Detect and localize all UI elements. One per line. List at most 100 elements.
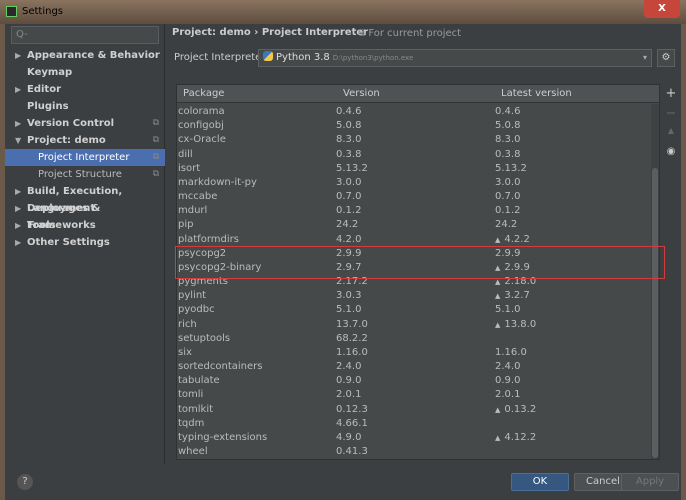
table-row[interactable]: cx-Oracle 8.3.0 8.3.0 xyxy=(177,133,653,147)
table-row[interactable]: wheel 0.41.3 xyxy=(177,445,653,459)
package-name: markdown-it-py xyxy=(178,176,257,188)
latest-version: ▲ 0.13.2 xyxy=(495,403,536,417)
sidebar-item-languages-frameworks[interactable]: ▶ Languages & Frameworks xyxy=(5,200,165,231)
latest-version: ▲ 4.12.2 xyxy=(495,431,536,445)
table-row[interactable]: sortedcontainers 2.4.0 2.4.0 xyxy=(177,360,653,374)
table-row[interactable]: isort 5.13.2 5.13.2 xyxy=(177,162,653,176)
scrollbar[interactable] xyxy=(651,104,659,459)
expand-arrow-icon: ▶ xyxy=(15,85,22,94)
sidebar-item-appearance-behavior[interactable]: ▶ Appearance & Behavior xyxy=(5,47,165,64)
apply-button[interactable]: Apply xyxy=(621,473,679,491)
table-row[interactable]: tomlkit 0.12.3 ▲ 0.13.2 xyxy=(177,403,653,417)
sidebar-item-editor[interactable]: ▶ Editor xyxy=(5,81,165,98)
add-icon[interactable]: + xyxy=(664,86,678,106)
table-row[interactable]: tabulate 0.9.0 0.9.0 xyxy=(177,374,653,388)
latest-version-text: 5.13.2 xyxy=(495,162,527,174)
package-version: 4.66.1 xyxy=(336,417,368,429)
latest-version-text: 0.4.6 xyxy=(495,106,521,117)
upgrade-available-icon: ▲ xyxy=(495,320,501,329)
expand-arrow-icon: ▼ xyxy=(15,136,22,145)
latest-version: 5.1.0 xyxy=(495,303,520,317)
remove-icon[interactable]: − xyxy=(664,106,678,126)
package-name: typing-extensions xyxy=(178,431,268,443)
package-version: 2.0.1 xyxy=(336,389,362,401)
latest-version: ▲ 3.2.7 xyxy=(495,289,530,303)
package-version: 4.9.0 xyxy=(336,431,362,443)
table-row[interactable]: mdurl 0.1.2 0.1.2 xyxy=(177,204,653,218)
table-row[interactable]: pip 24.2 24.2 xyxy=(177,218,653,232)
latest-version-text: 2.4.0 xyxy=(495,361,521,373)
package-name: isort xyxy=(178,162,201,174)
package-name: mccabe xyxy=(178,191,218,203)
settings-window: Q- ▶ Appearance & Behavior Keymap ▶ Editor Pl… xyxy=(5,24,681,500)
latest-version-text: 1.16.0 xyxy=(495,346,527,358)
table-row[interactable]: rich 13.7.0 ▲ 13.8.0 xyxy=(177,318,653,332)
sidebar-item-keymap[interactable]: Keymap xyxy=(5,64,165,81)
latest-version-text: 4.2.2 xyxy=(504,233,530,245)
eye-icon[interactable]: ◉ xyxy=(664,146,678,166)
table-row[interactable]: dill 0.3.8 0.3.8 xyxy=(177,148,653,162)
package-version: 5.0.8 xyxy=(336,120,362,132)
expand-arrow-icon: ▶ xyxy=(15,187,22,196)
scrollbar-thumb[interactable] xyxy=(652,168,658,458)
gear-icon[interactable]: ⚙ xyxy=(657,49,675,67)
package-version: 0.7.0 xyxy=(336,191,362,203)
table-row[interactable]: tqdm 4.66.1 xyxy=(177,417,653,431)
header-package[interactable]: Package xyxy=(183,88,224,99)
sidebar-item-label: Version Control xyxy=(27,118,115,129)
latest-version-text: 3.2.7 xyxy=(504,290,530,302)
latest-version: 0.7.0 xyxy=(495,190,520,204)
table-row[interactable]: colorama 0.4.6 0.4.6 xyxy=(177,105,653,119)
header-version[interactable]: Version xyxy=(343,88,380,99)
upgrade-available-icon: ▲ xyxy=(495,433,501,442)
header-latest[interactable]: Latest version xyxy=(501,88,572,99)
search-input[interactable]: Q- xyxy=(11,26,159,44)
table-row[interactable]: tomli 2.0.1 2.0.1 xyxy=(177,388,653,402)
sidebar-item-plugins[interactable]: Plugins xyxy=(5,98,165,115)
table-row[interactable]: markdown-it-py 3.0.0 3.0.0 xyxy=(177,176,653,190)
sidebar-item-label: Project Interpreter xyxy=(38,152,130,163)
sidebar-item-project-interpreter[interactable]: Project Interpreter ⧉ xyxy=(5,149,165,166)
table-row[interactable]: setuptools 68.2.2 xyxy=(177,332,653,346)
interpreter-label: Project Interpreter: xyxy=(174,52,269,63)
breadcrumb: Project: demo › Project Interpreter xyxy=(172,27,369,38)
latest-version-text: 5.1.0 xyxy=(495,304,521,316)
upgrade-icon[interactable]: ▲ xyxy=(664,126,678,146)
project-scope-icon: ⧉ xyxy=(152,152,159,162)
package-name: tomlkit xyxy=(178,403,214,415)
interpreter-select[interactable]: Python 3.8 D:\python3\python.exe ▾ xyxy=(258,49,652,67)
latest-version-text: 5.0.8 xyxy=(495,120,521,132)
latest-version: ▲ 13.8.0 xyxy=(495,318,536,332)
sidebar-item-version-control[interactable]: ▶ Version Control ⧉ xyxy=(5,115,165,132)
help-button[interactable]: ? xyxy=(17,474,33,490)
package-name: wheel xyxy=(178,446,208,458)
project-scope-icon: ⧉ xyxy=(152,169,159,179)
ok-button[interactable]: OK xyxy=(511,473,569,491)
table-row[interactable]: configobj 5.0.8 5.0.8 xyxy=(177,119,653,133)
table-row[interactable]: six 1.16.0 1.16.0 xyxy=(177,346,653,360)
table-row[interactable]: typing-extensions 4.9.0 ▲ 4.12.2 xyxy=(177,431,653,445)
sidebar-item-other-settings[interactable]: ▶ Other Settings xyxy=(5,234,165,251)
package-name: pyodbc xyxy=(178,304,215,316)
latest-version-text: 24.2 xyxy=(495,219,518,231)
table-row[interactable]: pylint 3.0.3 ▲ 3.2.7 xyxy=(177,289,653,303)
package-name: tabulate xyxy=(178,375,220,387)
expand-arrow-icon: ▶ xyxy=(15,51,22,60)
package-name: pylint xyxy=(178,290,207,302)
sidebar-item-build-execution-deployment[interactable]: ▶ Build, Execution, Deployment xyxy=(5,183,165,214)
chevron-down-icon: ▾ xyxy=(642,53,647,62)
table-row[interactable]: mccabe 0.7.0 0.7.0 xyxy=(177,190,653,204)
package-name: six xyxy=(178,346,192,358)
table-row[interactable]: platformdirs 4.2.0 ▲ 4.2.2 xyxy=(177,233,653,247)
sidebar-item-project-demo[interactable]: ▼ Project: demo ⧉ xyxy=(5,132,165,149)
sidebar-item-tools[interactable]: ▶ Tools xyxy=(5,217,165,234)
close-button[interactable]: X xyxy=(644,0,680,18)
package-version: 8.3.0 xyxy=(336,134,362,146)
highlight-box xyxy=(175,246,665,279)
interpreter-name: Python 3.8 xyxy=(276,52,330,63)
sidebar-item-label: Appearance & Behavior xyxy=(27,50,160,61)
sidebar-item-project-structure[interactable]: Project Structure ⧉ xyxy=(5,166,165,183)
latest-version-text: 0.1.2 xyxy=(495,205,521,217)
app-icon xyxy=(6,6,17,17)
table-row[interactable]: pyodbc 5.1.0 5.1.0 xyxy=(177,303,653,317)
